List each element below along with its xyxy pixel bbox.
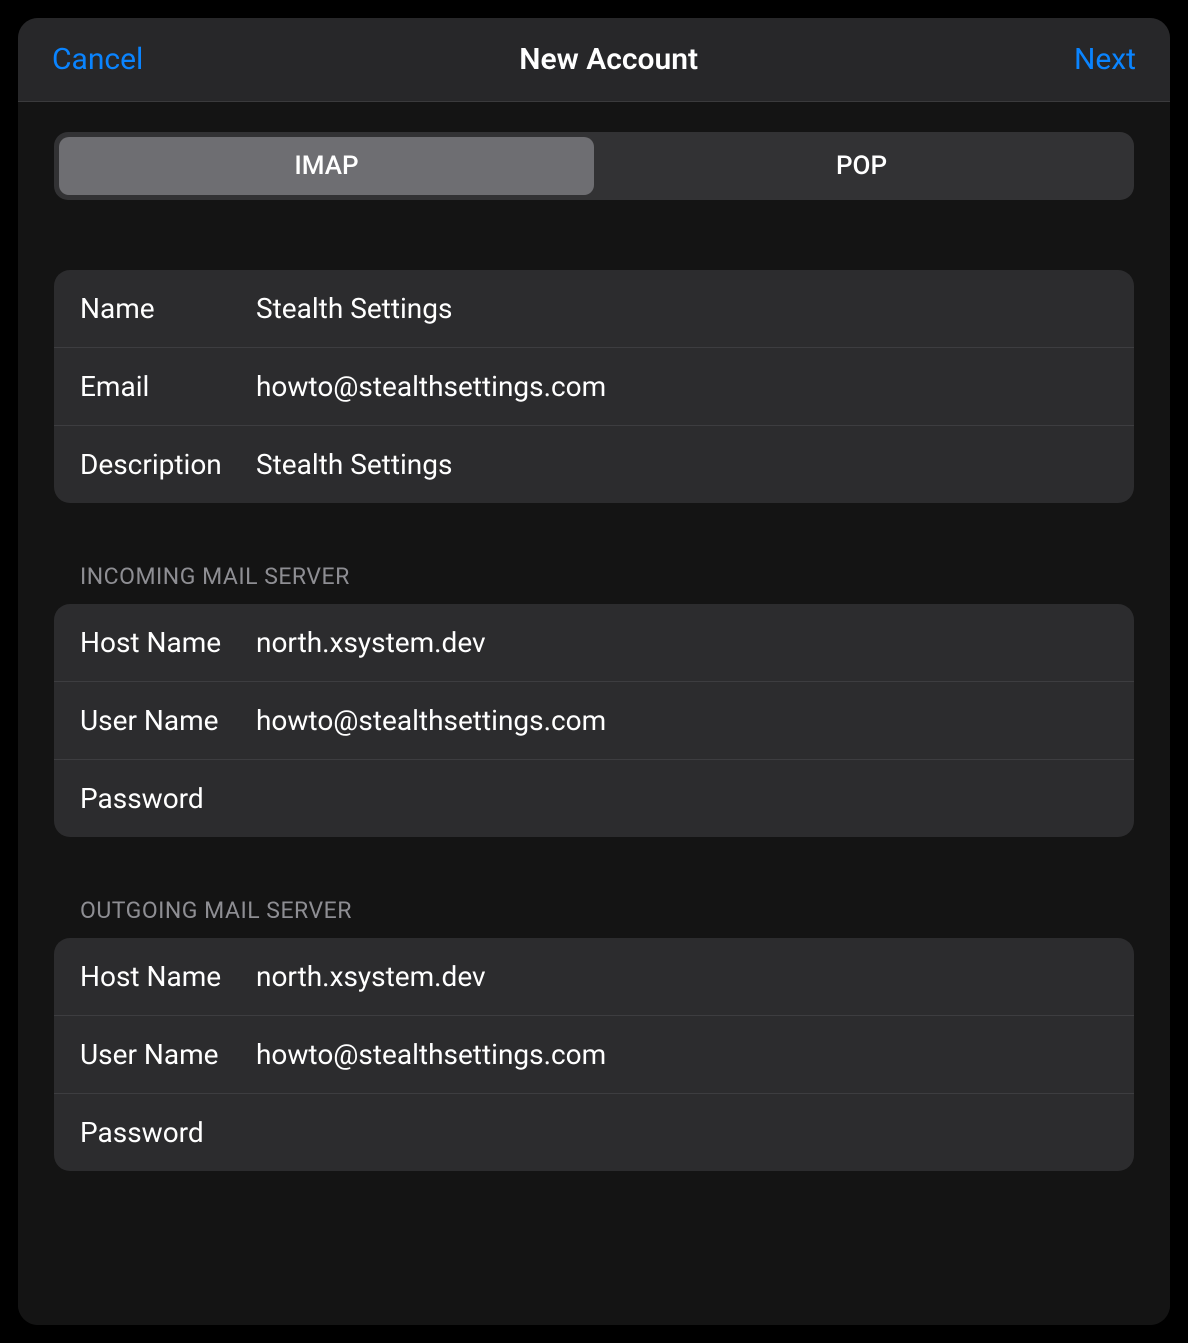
incoming-password-row: Password <box>54 760 1134 837</box>
outgoing-user-input[interactable] <box>256 1038 1108 1071</box>
next-button[interactable]: Next <box>1074 42 1136 77</box>
outgoing-host-row: Host Name <box>54 938 1134 1016</box>
incoming-user-label: User Name <box>80 704 256 737</box>
email-label: Email <box>80 370 256 403</box>
name-row: Name <box>54 270 1134 348</box>
protocol-segmented-control: IMAP POP <box>54 132 1134 200</box>
outgoing-password-input[interactable] <box>256 1116 1108 1149</box>
email-input[interactable] <box>256 370 1108 403</box>
incoming-user-input[interactable] <box>256 704 1108 737</box>
outgoing-password-row: Password <box>54 1094 1134 1171</box>
description-label: Description <box>80 448 256 481</box>
segment-pop[interactable]: POP <box>594 137 1129 195</box>
outgoing-user-label: User Name <box>80 1038 256 1071</box>
outgoing-server-group: Host Name User Name Password <box>54 938 1134 1171</box>
incoming-server-group: Host Name User Name Password <box>54 604 1134 837</box>
incoming-server-header: Incoming Mail Server <box>80 563 1134 590</box>
description-input[interactable] <box>256 448 1108 481</box>
outgoing-server-header: Outgoing Mail Server <box>80 897 1134 924</box>
modal-header: Cancel New Account Next <box>18 18 1170 102</box>
incoming-host-label: Host Name <box>80 626 256 659</box>
outgoing-host-input[interactable] <box>256 960 1108 993</box>
new-account-modal: Cancel New Account Next IMAP POP Name Em… <box>18 18 1170 1325</box>
name-input[interactable] <box>256 292 1108 325</box>
modal-title: New Account <box>519 42 698 77</box>
incoming-password-label: Password <box>80 782 256 815</box>
incoming-host-input[interactable] <box>256 626 1108 659</box>
name-label: Name <box>80 292 256 325</box>
outgoing-host-label: Host Name <box>80 960 256 993</box>
outgoing-user-row: User Name <box>54 1016 1134 1094</box>
description-row: Description <box>54 426 1134 503</box>
incoming-host-row: Host Name <box>54 604 1134 682</box>
incoming-password-input[interactable] <box>256 782 1108 815</box>
segment-imap[interactable]: IMAP <box>59 137 594 195</box>
email-row: Email <box>54 348 1134 426</box>
account-info-group: Name Email Description <box>54 270 1134 503</box>
outgoing-password-label: Password <box>80 1116 256 1149</box>
cancel-button[interactable]: Cancel <box>52 42 143 77</box>
modal-content: IMAP POP Name Email Description Incoming… <box>18 102 1170 1325</box>
incoming-user-row: User Name <box>54 682 1134 760</box>
